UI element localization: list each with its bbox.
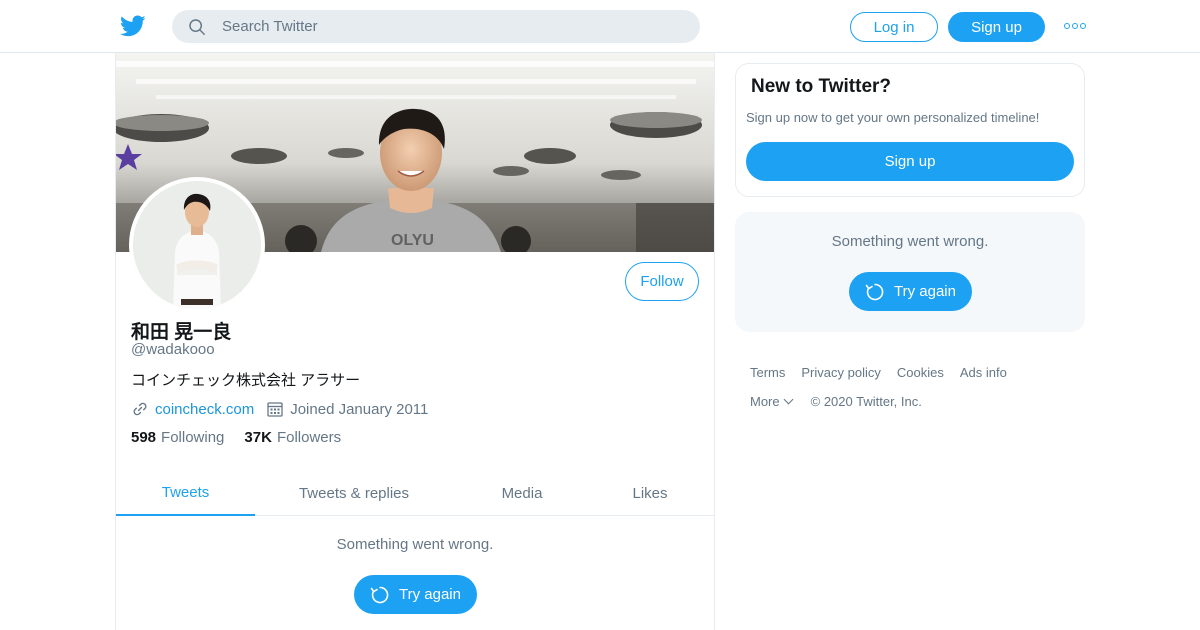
refresh-icon — [865, 283, 884, 300]
login-button[interactable]: Log in — [850, 12, 938, 42]
tab-likes[interactable]: Likes — [616, 470, 684, 516]
profile-column: OLYU Follow 和田 晃一良 @wadakooo コインチェック株式会社… — [115, 53, 715, 630]
link-icon — [133, 402, 147, 416]
profile-bio: コインチェック株式会社 アラサー — [131, 372, 361, 389]
sidebar-signup-button[interactable]: Sign up — [746, 142, 1074, 181]
twitter-bird-icon[interactable] — [119, 13, 147, 39]
timeline-retry-label: Try again — [399, 586, 461, 603]
profile-name: 和田 晃一良 — [131, 322, 232, 343]
footer-link-privacy[interactable]: Privacy policy — [801, 365, 880, 380]
tab-tweets-replies[interactable]: Tweets & replies — [284, 470, 424, 516]
profile-tabs: Tweets Tweets & replies Media Likes — [116, 470, 714, 516]
following-count: 598 — [131, 429, 157, 446]
profile-meta: coincheck.com Joined January 2011 — [131, 398, 428, 420]
footer-link-ads-info[interactable]: Ads info — [960, 365, 1007, 380]
avatar[interactable] — [129, 177, 265, 313]
tab-media[interactable]: Media — [476, 470, 568, 516]
sidebar-error-card: Something went wrong. Try again — [735, 212, 1085, 332]
profile-joined-date: Joined January 2011 — [290, 400, 429, 418]
profile-stats: 598 Following 37K Followers — [131, 429, 361, 446]
search-input[interactable] — [222, 10, 682, 43]
refresh-icon — [370, 586, 389, 603]
top-navigation-bar: Log in Sign up — [0, 0, 1200, 53]
following-stat[interactable]: 598 Following — [131, 429, 224, 446]
new-to-twitter-text: Sign up now to get your own personalized… — [746, 110, 1040, 125]
new-to-twitter-title: New to Twitter? — [751, 76, 892, 97]
follow-button[interactable]: Follow — [625, 262, 699, 301]
calendar-icon — [267, 402, 283, 417]
footer-more-button[interactable]: More — [750, 394, 795, 409]
footer-link-terms[interactable]: Terms — [750, 365, 785, 380]
new-to-twitter-card: New to Twitter? Sign up now to get your … — [735, 63, 1085, 197]
profile-website-link[interactable]: coincheck.com — [155, 401, 254, 418]
followers-stat[interactable]: 37K Followers — [244, 429, 341, 446]
chevron-down-icon — [783, 394, 794, 404]
footer-links: Terms Privacy policy Cookies Ads info Mo… — [750, 362, 1080, 420]
svg-text:OLYU: OLYU — [391, 232, 434, 249]
followers-label: Followers — [276, 429, 342, 446]
following-label: Following — [161, 429, 225, 446]
footer-link-cookies[interactable]: Cookies — [897, 365, 944, 380]
tab-tweets[interactable]: Tweets — [116, 470, 255, 516]
followers-count: 37K — [244, 429, 272, 446]
sidebar-retry-button[interactable]: Try again — [849, 272, 972, 311]
timeline-retry-button[interactable]: Try again — [354, 575, 477, 614]
search-icon — [189, 19, 205, 35]
profile-handle[interactable]: @wadakooo — [131, 341, 215, 358]
search-bar[interactable] — [172, 10, 700, 43]
more-options-icon[interactable] — [1064, 20, 1086, 32]
sidebar-retry-label: Try again — [894, 283, 956, 300]
footer-more-label: More — [750, 393, 780, 409]
footer-copyright: © 2020 Twitter, Inc. — [810, 393, 922, 409]
sidebar-error-message: Something went wrong. — [831, 233, 989, 250]
timeline-error-message: Something went wrong. — [336, 536, 494, 553]
signup-button[interactable]: Sign up — [948, 12, 1045, 42]
